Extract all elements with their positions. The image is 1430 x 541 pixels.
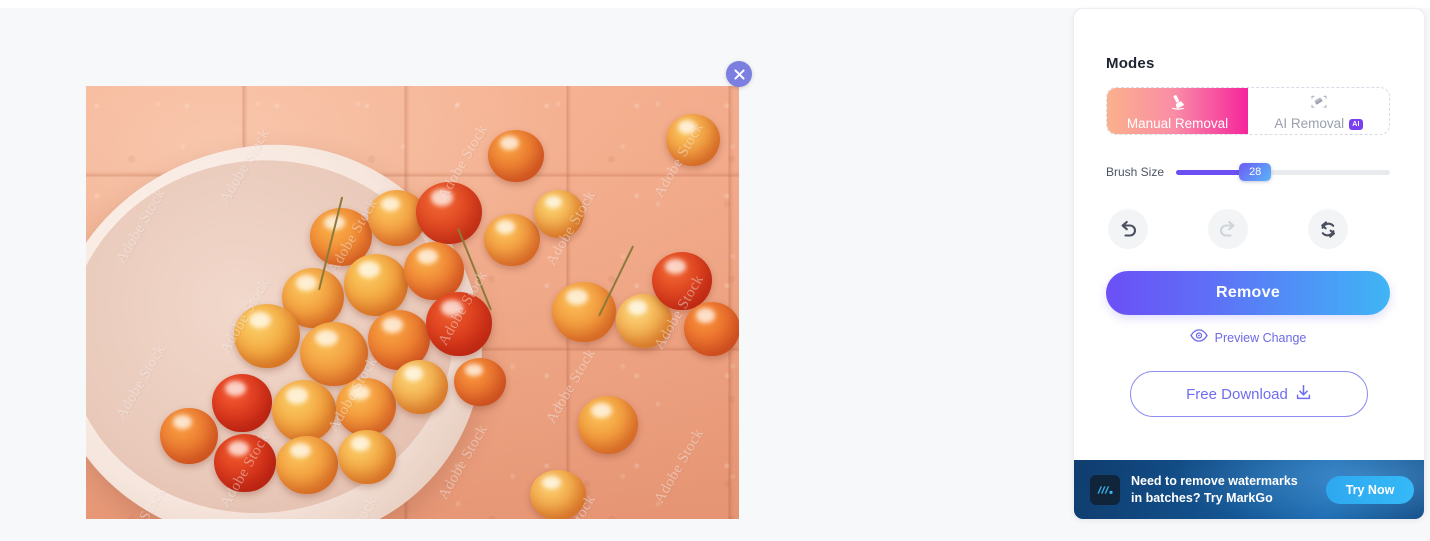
banner-line-2: in batches? Try MarkGo [1131, 490, 1273, 505]
cherry-shape [272, 380, 336, 442]
cherry-shape [276, 436, 338, 494]
mode-manual-removal[interactable]: Manual Removal [1107, 88, 1248, 134]
remove-button[interactable]: Remove [1106, 271, 1390, 315]
free-download-button[interactable]: Free Download [1130, 371, 1368, 417]
cherry-shape [666, 114, 720, 166]
cherry-shape [484, 214, 540, 266]
source-photo[interactable]: Adobe Stock Adobe Stock Adobe Stock Adobe S… [86, 86, 739, 519]
brush-size-slider[interactable]: 28 [1176, 163, 1390, 181]
cherry-shape [344, 254, 408, 316]
cherry-shape [392, 360, 448, 414]
markgo-logo-icon [1090, 474, 1120, 505]
tools-panel-body: Modes Manual Removal AI Removal AI Brush… [1074, 9, 1424, 417]
tools-panel: Modes Manual Removal AI Removal AI Brush… [1073, 8, 1425, 520]
eye-icon [1189, 329, 1208, 347]
ai-eraser-icon [1308, 92, 1330, 112]
banner-line-1: Need to remove watermarks [1131, 474, 1298, 488]
cherry-shape [300, 322, 368, 386]
undo-icon[interactable] [1108, 209, 1148, 249]
cherry-shape [530, 470, 586, 519]
cherry-shape [336, 378, 396, 436]
close-icon[interactable] [726, 61, 752, 87]
cherry-shape [214, 434, 276, 492]
brush-icon [1167, 92, 1189, 112]
cherry-shape [534, 190, 584, 238]
cherry-shape [578, 396, 638, 454]
cherry-shape [652, 252, 712, 310]
cherry-shape [416, 182, 482, 244]
preview-change-button[interactable]: Preview Change [1106, 329, 1390, 347]
cherry-shape [684, 302, 739, 356]
mode-manual-removal-label: Manual Removal [1126, 115, 1229, 131]
history-controls [1108, 209, 1348, 249]
mode-ai-removal-label: AI Removal AI [1274, 115, 1363, 131]
cherry-shape [160, 408, 218, 464]
mode-switcher: Manual Removal AI Removal AI [1106, 87, 1390, 135]
slider-thumb[interactable]: 28 [1239, 163, 1272, 181]
cherry-shape [338, 430, 396, 484]
redo-icon[interactable] [1208, 209, 1248, 249]
cherry-shape [488, 130, 544, 182]
ai-badge: AI [1349, 118, 1363, 130]
free-download-label: Free Download [1186, 385, 1288, 403]
cherry-shape [426, 292, 492, 356]
watermark-remover-app: Adobe Stock Adobe Stock Adobe Stock Adobe S… [0, 0, 1430, 541]
cherry-shape [454, 358, 506, 406]
cherry-shape [212, 374, 272, 432]
banner-text: Need to remove watermarks in batches? Tr… [1131, 473, 1326, 506]
markgo-promo-banner[interactable]: Need to remove watermarks in batches? Tr… [1074, 460, 1424, 519]
reset-icon[interactable] [1308, 209, 1348, 249]
mode-ai-removal-text: AI Removal [1274, 115, 1345, 131]
brush-size-control: Brush Size 28 [1106, 163, 1390, 181]
cherry-shape [234, 304, 300, 368]
preview-change-label: Preview Change [1214, 331, 1307, 345]
brush-size-label: Brush Size [1106, 165, 1165, 179]
image-stage: Adobe Stock Adobe Stock Adobe Stock Adobe S… [86, 61, 752, 519]
mode-ai-removal[interactable]: AI Removal AI [1248, 88, 1389, 134]
download-icon [1295, 384, 1312, 404]
cherry-shape [552, 282, 616, 342]
try-now-button[interactable]: Try Now [1326, 475, 1414, 504]
modes-title: Modes [1106, 55, 1155, 72]
